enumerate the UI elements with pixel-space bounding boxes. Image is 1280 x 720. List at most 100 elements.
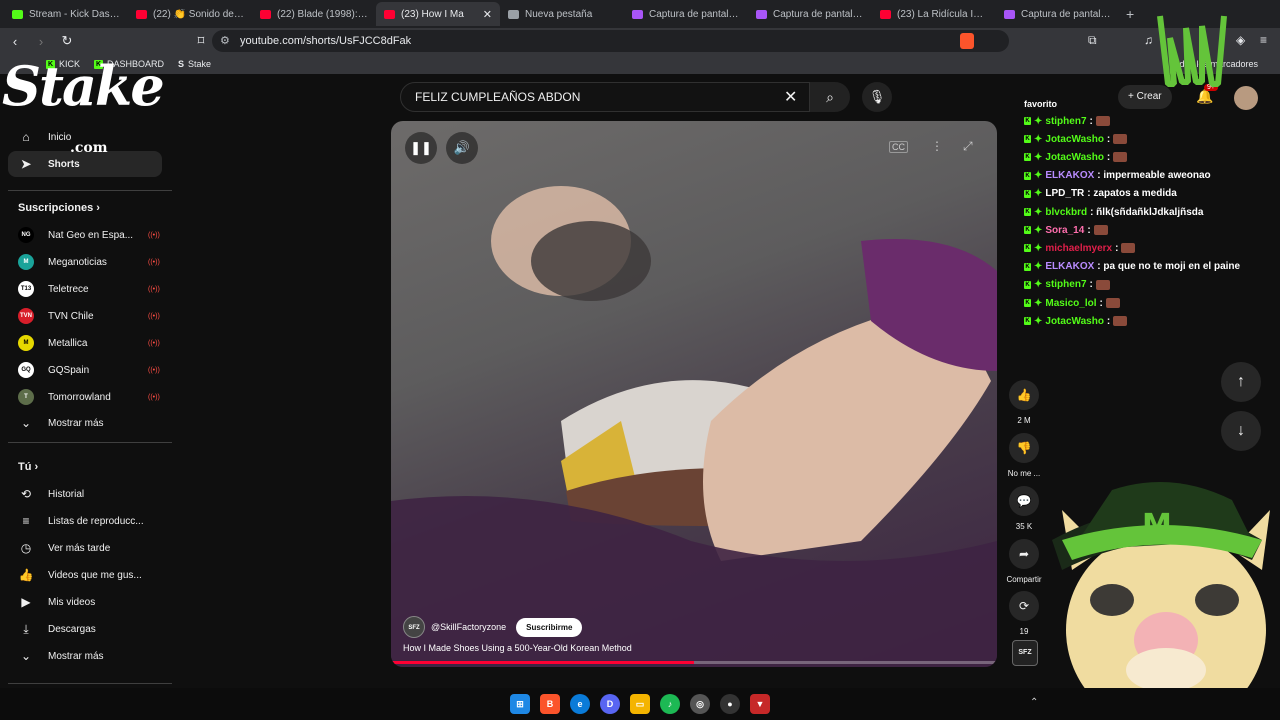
sub-badge-icon: ✦ (1034, 279, 1043, 291)
stake-logo-domain: .com (70, 140, 108, 156)
bookmark-icon[interactable]: ⌑ (190, 33, 212, 49)
voice-search-button[interactable]: 🎙 (862, 82, 892, 112)
extensions-icon[interactable]: ⧉ (1088, 33, 1097, 48)
comment-icon: 💬 (1009, 486, 1039, 516)
remix-button[interactable]: ⟳ 19 (1004, 591, 1044, 636)
sidebar-item-subscription[interactable]: TVN TVN Chile ((•)) (8, 303, 162, 329)
kick-badge-icon: K (1024, 244, 1031, 253)
discord-icon[interactable]: D (600, 694, 620, 714)
sidebar-item-you[interactable]: ⟲ Historial (8, 481, 162, 507)
sub-badge-icon: ✦ (1034, 133, 1043, 145)
browser-tab[interactable]: Nueva pestaña (500, 2, 624, 26)
sidebar-item-subscription[interactable]: NG Nat Geo en Espa... ((•)) (8, 222, 162, 248)
menu-icon[interactable]: ≡ (1260, 33, 1267, 47)
channel-thumbnail[interactable]: SFZ (1012, 640, 1038, 666)
comments-button[interactable]: 💬 35 K (1004, 486, 1044, 531)
close-tab-icon[interactable]: ✕ (483, 8, 492, 21)
sidebar-item-label: Historial (48, 488, 85, 500)
sidebar-item-you[interactable]: ⤓ Descargas (8, 616, 162, 642)
sidebar-item-subscription[interactable]: M Metallica ((•)) (8, 330, 162, 356)
search-input[interactable]: FELIZ CUMPLEAÑOS ABDON (400, 82, 810, 112)
search-button[interactable]: ⌕ (810, 82, 850, 112)
dislike-button[interactable]: 👎 No me ... (1004, 433, 1044, 478)
address-bar[interactable]: ⚙ youtube.com/shorts/UsFJCC8dFak (212, 30, 1009, 52)
kick-badge-icon: K (1024, 208, 1031, 216)
browser-tab[interactable]: Stream - Kick Dashbo (4, 2, 128, 26)
bookmark-stake[interactable]: S Stake (178, 59, 211, 69)
new-tab-icon[interactable]: + (1126, 6, 1134, 22)
captions-icon[interactable]: CC (889, 141, 908, 153)
tab-title: (23) La Ridícula Ingen (897, 8, 988, 20)
volume-button[interactable]: 🔊 (446, 132, 478, 164)
pause-button[interactable]: ❚❚ (405, 132, 437, 164)
subscriptions-heading[interactable]: Suscripciones › (18, 202, 100, 214)
sidebar-item-you[interactable]: ⌄ Mostrar más (8, 643, 162, 669)
chat-text: : (1089, 279, 1093, 291)
browser-tab[interactable]: (22) Blade (1998): Bla (252, 2, 376, 26)
download-icon: ⤓ (23, 621, 29, 636)
avatar[interactable] (1234, 86, 1258, 110)
browser-tab[interactable]: (23) How I Ma ✕ (376, 2, 500, 26)
more-options-icon[interactable]: ⋮ (931, 139, 943, 153)
brave-icon[interactable]: B (540, 694, 560, 714)
tab-favicon-icon (260, 9, 271, 19)
next-short-button[interactable]: ↓ (1221, 411, 1261, 451)
spotify-icon[interactable]: ♪ (660, 694, 680, 714)
forward-icon[interactable]: › (30, 34, 52, 49)
browser-tab[interactable]: (23) La Ridícula Ingen (872, 2, 996, 26)
channel-logo[interactable]: SFZ (403, 616, 425, 638)
sidebar-item-you[interactable]: ≡ Listas de reproducc... (8, 508, 162, 534)
start-icon[interactable]: ⊞ (510, 694, 530, 714)
shorts-icon: ➤ (20, 157, 32, 171)
app-icon[interactable]: ◎ (690, 694, 710, 714)
shorts-video-player[interactable]: ❚❚ 🔊 CC ⋮ ⤢ SFZ @SkillFactoryzone Suscri… (391, 121, 997, 667)
sidebar-item-you[interactable]: 👍 Videos que me gus... (8, 562, 162, 588)
browser-tab[interactable]: Captura de pantalla p (748, 2, 872, 26)
chevron-down-icon: ⌄ (20, 416, 32, 430)
browser-tab[interactable]: Captura de pantalla p (624, 2, 748, 26)
site-info-icon[interactable]: ⚙ (220, 34, 230, 47)
subscribe-button[interactable]: Suscribirme (516, 617, 583, 637)
sidebar-item-label: Mis videos (48, 596, 96, 608)
sidebar-item-subscription[interactable]: T Tomorrowland ((•)) (8, 384, 162, 410)
browser-tab[interactable]: (22) 👏 Sonido de apl (128, 2, 252, 26)
sidebar-item-subscription[interactable]: GQ GQSpain ((•)) (8, 357, 162, 383)
previous-short-button[interactable]: ↑ (1221, 362, 1261, 402)
tab-favicon-icon (136, 9, 147, 19)
share-button[interactable]: ➦ Compartir (1000, 539, 1048, 584)
obs-icon[interactable]: ● (720, 694, 740, 714)
fullscreen-icon[interactable]: ⤢ (963, 139, 973, 154)
comment-count: 35 K (1015, 522, 1033, 531)
folder-icon[interactable]: ▭ (630, 694, 650, 714)
wallet-icon[interactable]: ◈ (1236, 33, 1245, 47)
tray-chevron-icon[interactable]: ⌃ (1030, 697, 1038, 708)
chat-text: : (1115, 242, 1119, 254)
you-heading[interactable]: Tú › (18, 461, 38, 473)
vortex-icon[interactable]: ▼ (750, 694, 770, 714)
browser-tab[interactable]: Captura de pantalla p (996, 2, 1120, 26)
chat-username: stiphen7 (1045, 115, 1087, 127)
sidebar-item-label: TVN Chile (48, 310, 94, 322)
shields-icon[interactable] (960, 33, 974, 49)
sidebar-item-subscription[interactable]: T13 Teletrece ((•)) (8, 276, 162, 302)
clear-search-icon[interactable]: ✕ (784, 87, 797, 107)
kick-badge-icon: K (1024, 226, 1031, 235)
edge-icon[interactable]: e (570, 694, 590, 714)
chat-username: ELKAKOX (1045, 170, 1095, 182)
video-title[interactable]: How I Made Shoes Using a 500-Year-Old Ko… (403, 643, 632, 653)
progress-fill (391, 661, 694, 664)
progress-bar[interactable] (391, 661, 997, 664)
chat-username: stiphen7 (1045, 279, 1087, 291)
chat-username: Sora_14 (1045, 224, 1085, 236)
subs-show-more[interactable]: ⌄ Mostrar más (8, 410, 162, 436)
like-button[interactable]: 👍 2 M (1004, 380, 1044, 425)
back-icon[interactable]: ‹ (4, 34, 26, 49)
reload-icon[interactable]: ↻ (56, 33, 78, 49)
sidebar-item-label: Listas de reproducc... (48, 515, 144, 527)
sidebar-item-you[interactable]: ◷ Ver más tarde (8, 535, 162, 561)
sub-badge-icon: ✦ (1034, 151, 1043, 163)
sidebar-item-subscription[interactable]: M Meganoticias ((•)) (8, 249, 162, 275)
chat-message: K ✦ ELKAKOX: pa que no te moji en el paine (1024, 260, 1240, 274)
channel-name[interactable]: @SkillFactoryzone (431, 622, 506, 632)
sidebar-item-you[interactable]: ▶ Mis videos (8, 589, 162, 615)
